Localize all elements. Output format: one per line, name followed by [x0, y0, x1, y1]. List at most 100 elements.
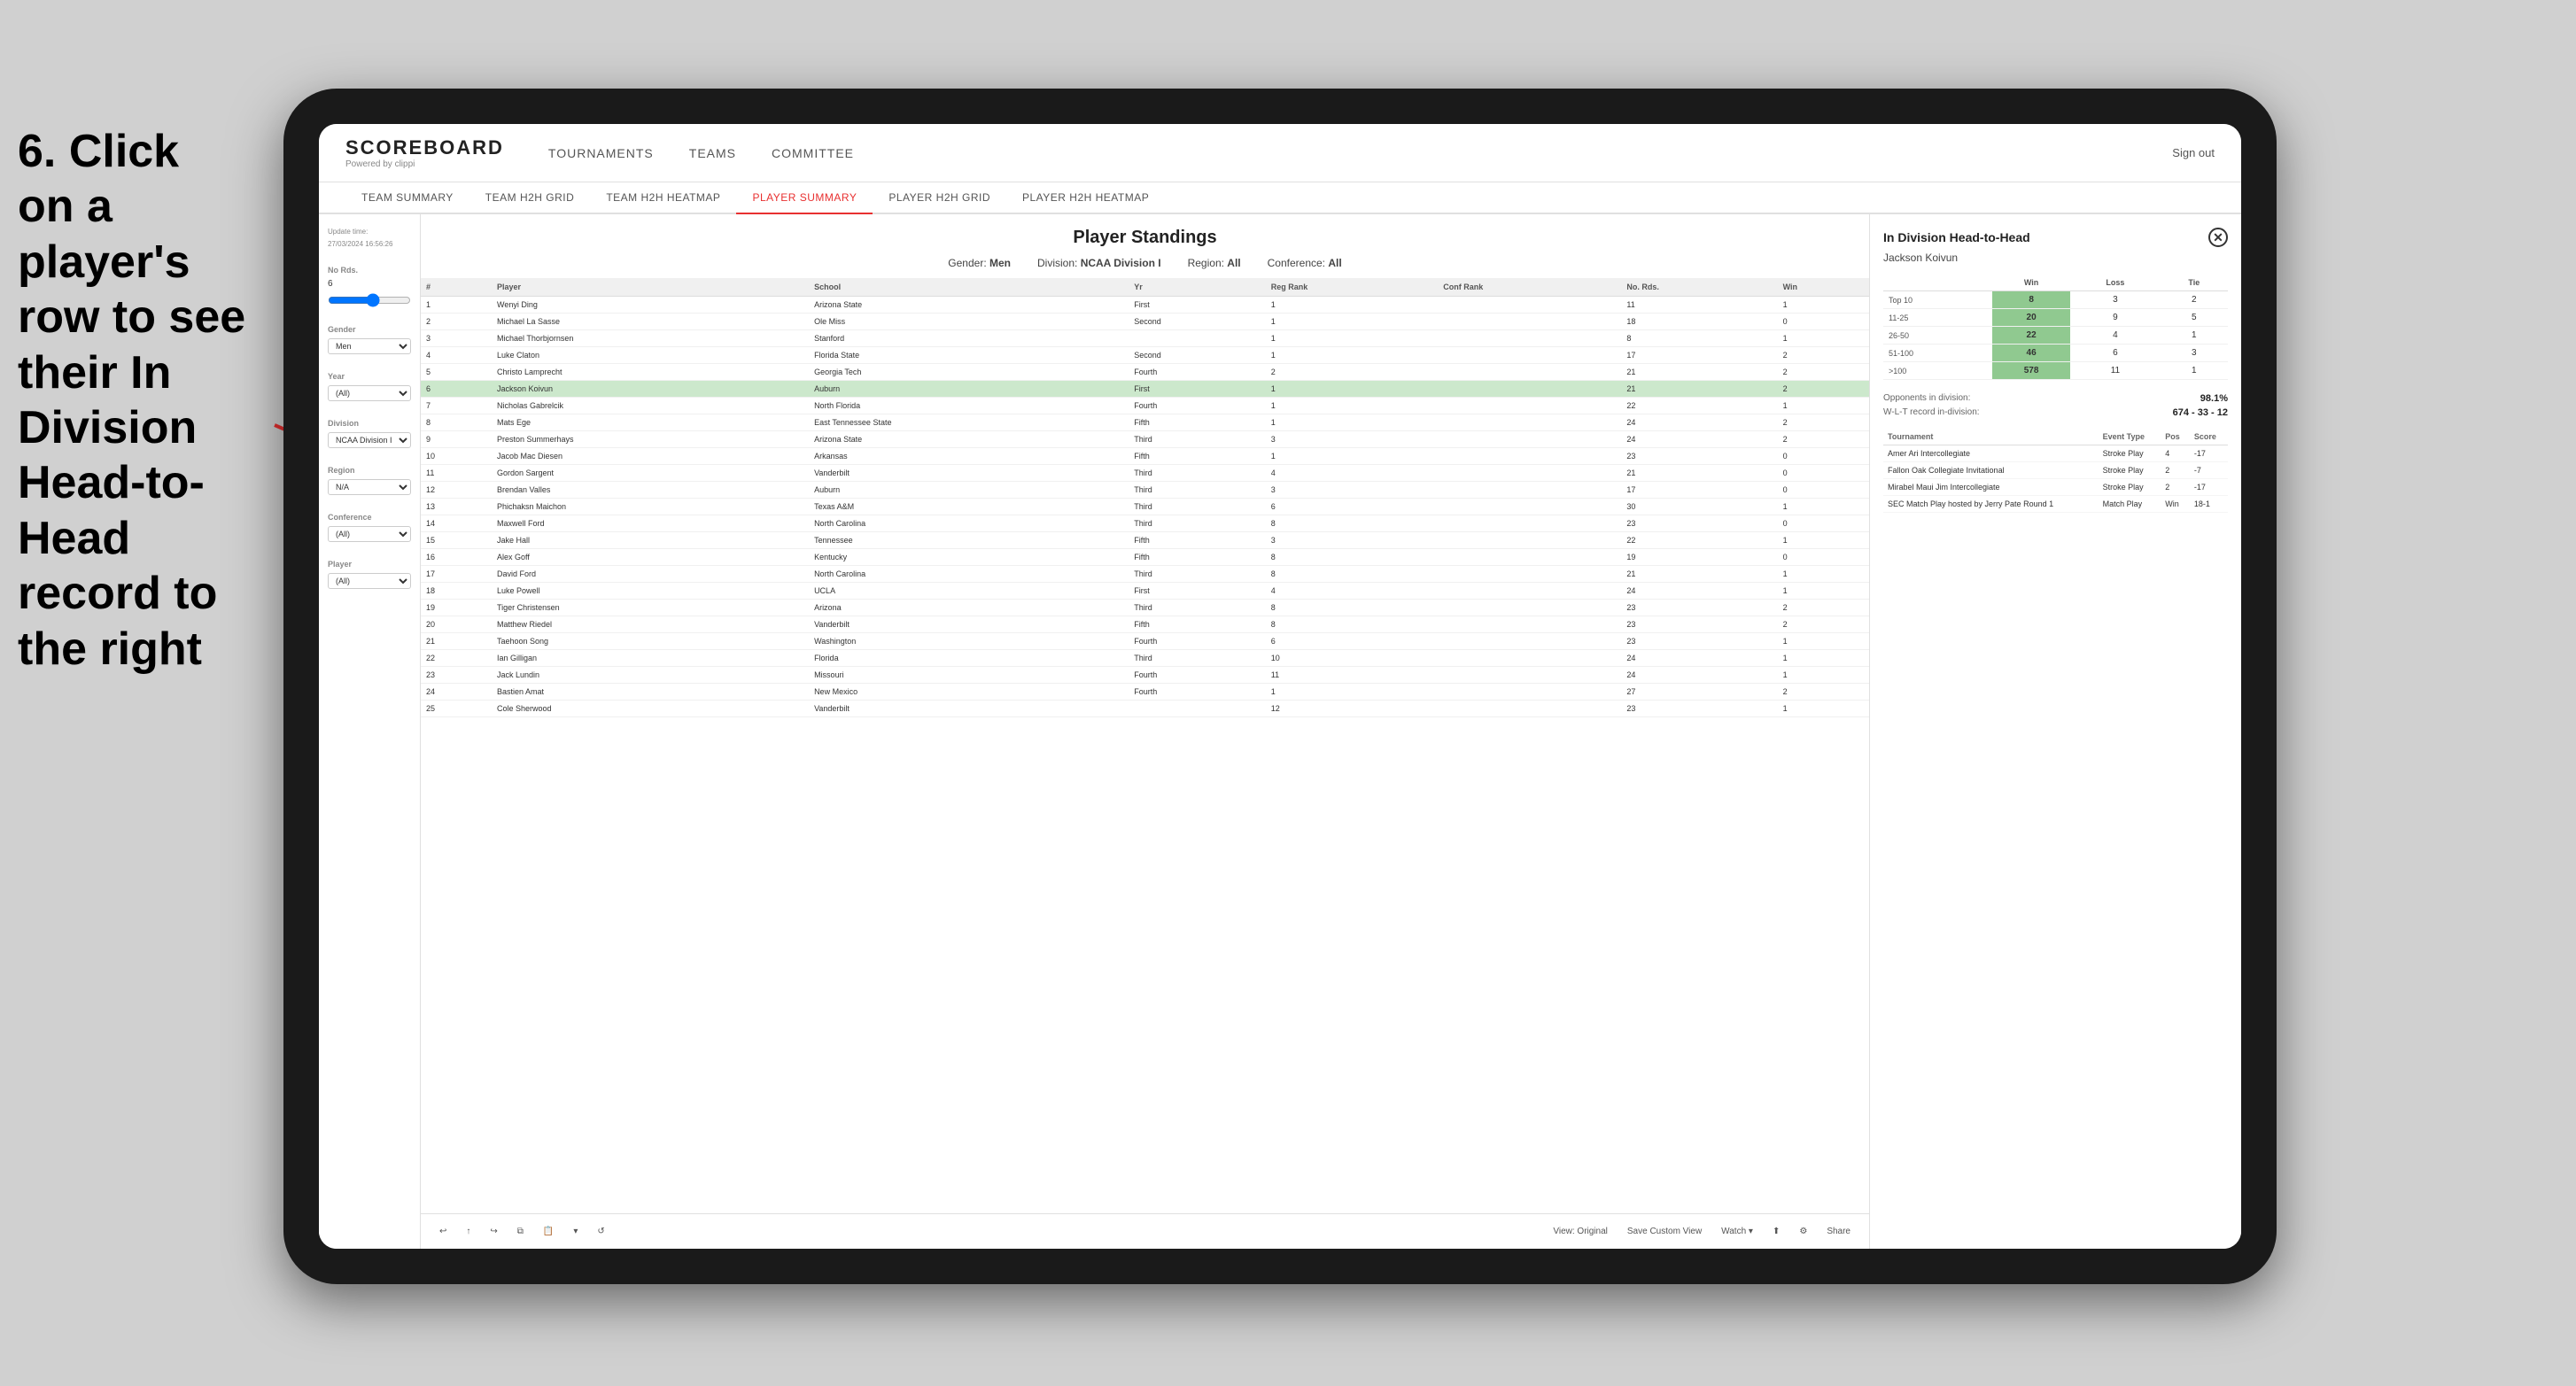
no-rds-section: No Rds. 6	[328, 266, 411, 307]
export-button[interactable]: ⬆	[1767, 1224, 1785, 1239]
sub-nav-team-h2h-grid[interactable]: TEAM H2H GRID	[469, 182, 591, 214]
table-row[interactable]: 24 Bastien Amat New Mexico Fourth 1 27 2	[421, 684, 1869, 701]
redo-up-button[interactable]: ↑	[461, 1224, 476, 1239]
t-type: Match Play	[2099, 496, 2161, 513]
table-row[interactable]: 8 Mats Ege East Tennessee State Fifth 1 …	[421, 414, 1869, 431]
h2h-loss: 6	[2070, 345, 2160, 362]
save-custom-button[interactable]: Save Custom View	[1622, 1224, 1707, 1239]
cell-num: 16	[421, 549, 492, 566]
table-row[interactable]: 6 Jackson Koivun Auburn First 1 21 2	[421, 381, 1869, 398]
more-button[interactable]: ▾	[568, 1224, 583, 1239]
region-filter: Region: All	[1188, 257, 1241, 269]
cell-conf-rank	[1438, 465, 1621, 482]
sub-nav-team-summary[interactable]: TEAM SUMMARY	[345, 182, 469, 214]
cell-win: 0	[1778, 465, 1869, 482]
table-row[interactable]: 1 Wenyi Ding Arizona State First 1 11 1	[421, 297, 1869, 314]
redo-button[interactable]: ↪	[485, 1224, 502, 1239]
cell-conf-rank	[1438, 566, 1621, 583]
cell-num: 12	[421, 482, 492, 499]
sub-nav-player-h2h-heatmap[interactable]: PLAYER H2H HEATMAP	[1006, 182, 1165, 214]
cell-player: Brendan Valles	[492, 482, 809, 499]
cell-player: Christo Lamprecht	[492, 364, 809, 381]
cell-no-rds: 22	[1621, 398, 1777, 414]
table-row[interactable]: 2 Michael La Sasse Ole Miss Second 1 18 …	[421, 314, 1869, 330]
table-row[interactable]: 13 Phichaksn Maichon Texas A&M Third 6 3…	[421, 499, 1869, 515]
table-row[interactable]: 10 Jacob Mac Diesen Arkansas Fifth 1 23 …	[421, 448, 1869, 465]
paste-button[interactable]: 📋	[538, 1224, 559, 1239]
table-row[interactable]: 17 David Ford North Carolina Third 8 21 …	[421, 566, 1869, 583]
sign-out-button[interactable]: Sign out	[2172, 146, 2215, 159]
h2h-stats: Opponents in division: 98.1% W-L-T recor…	[1883, 393, 2228, 418]
cell-school: Stanford	[809, 330, 1129, 347]
table-row[interactable]: 9 Preston Summerhays Arizona State Third…	[421, 431, 1869, 448]
close-button[interactable]: ✕	[2208, 228, 2228, 247]
cell-player: Jacob Mac Diesen	[492, 448, 809, 465]
settings-button[interactable]: ⚙	[1794, 1224, 1812, 1239]
cell-player: Cole Sherwood	[492, 701, 809, 717]
cell-player: Wenyi Ding	[492, 297, 809, 314]
watch-button[interactable]: Watch ▾	[1716, 1224, 1758, 1239]
table-row[interactable]: 20 Matthew Riedel Vanderbilt Fifth 8 23 …	[421, 616, 1869, 633]
t-col-score: Score	[2190, 429, 2228, 445]
cell-reg-rank: 1	[1266, 414, 1438, 431]
nav-committee[interactable]: COMMITTEE	[772, 143, 854, 164]
cell-school: Arizona State	[809, 431, 1129, 448]
table-row[interactable]: 22 Ian Gilligan Florida Third 10 24 1	[421, 650, 1869, 667]
h2h-tie: 3	[2161, 345, 2228, 362]
sub-nav-team-h2h-heatmap[interactable]: TEAM H2H HEATMAP	[590, 182, 736, 214]
copy-button[interactable]: ⧉	[512, 1224, 529, 1239]
no-rds-slider[interactable]	[328, 293, 411, 307]
refresh-button[interactable]: ↺	[592, 1224, 609, 1239]
sub-nav-player-summary[interactable]: PLAYER SUMMARY	[736, 182, 873, 214]
undo-button[interactable]: ↩	[434, 1224, 452, 1239]
cell-num: 25	[421, 701, 492, 717]
table-row[interactable]: 15 Jake Hall Tennessee Fifth 3 22 1	[421, 532, 1869, 549]
table-row[interactable]: 23 Jack Lundin Missouri Fourth 11 24 1	[421, 667, 1869, 684]
table-row[interactable]: 21 Taehoon Song Washington Fourth 6 23 1	[421, 633, 1869, 650]
sub-nav-player-h2h-grid[interactable]: PLAYER H2H GRID	[873, 182, 1006, 214]
cell-win: 1	[1778, 701, 1869, 717]
table-row[interactable]: 19 Tiger Christensen Arizona Third 8 23 …	[421, 600, 1869, 616]
cell-conf-rank	[1438, 499, 1621, 515]
cell-player: Taehoon Song	[492, 633, 809, 650]
cell-win: 1	[1778, 566, 1869, 583]
cell-reg-rank: 1	[1266, 398, 1438, 414]
share-button[interactable]: Share	[1821, 1224, 1856, 1239]
cell-no-rds: 17	[1621, 482, 1777, 499]
region-select[interactable]: N/A	[328, 479, 411, 495]
view-original-button[interactable]: View: Original	[1548, 1224, 1613, 1239]
cell-yr: Fourth	[1129, 667, 1266, 684]
table-row[interactable]: 3 Michael Thorbjornsen Stanford 1 8 1	[421, 330, 1869, 347]
cell-reg-rank: 2	[1266, 364, 1438, 381]
cell-school: Florida	[809, 650, 1129, 667]
cell-reg-rank: 10	[1266, 650, 1438, 667]
player-select[interactable]: (All)	[328, 573, 411, 589]
table-row[interactable]: 25 Cole Sherwood Vanderbilt 12 23 1	[421, 701, 1869, 717]
table-row[interactable]: 4 Luke Claton Florida State Second 1 17 …	[421, 347, 1869, 364]
h2h-win: 20	[1992, 309, 2070, 327]
center-panel: Player Standings Gender: Men Division: N…	[421, 214, 1869, 1249]
table-row[interactable]: 12 Brendan Valles Auburn Third 3 17 0	[421, 482, 1869, 499]
table-row[interactable]: 18 Luke Powell UCLA First 4 24 1	[421, 583, 1869, 600]
gender-label: Gender	[328, 325, 411, 334]
cell-conf-rank	[1438, 347, 1621, 364]
tournament-row: Mirabel Maui Jim Intercollegiate Stroke …	[1883, 479, 2228, 496]
table-row[interactable]: 16 Alex Goff Kentucky Fifth 8 19 0	[421, 549, 1869, 566]
cell-conf-rank	[1438, 684, 1621, 701]
cell-reg-rank: 8	[1266, 549, 1438, 566]
cell-num: 17	[421, 566, 492, 583]
table-row[interactable]: 11 Gordon Sargent Vanderbilt Third 4 21 …	[421, 465, 1869, 482]
cell-conf-rank	[1438, 314, 1621, 330]
cell-no-rds: 17	[1621, 347, 1777, 364]
table-row[interactable]: 7 Nicholas Gabrelcik North Florida Fourt…	[421, 398, 1869, 414]
nav-tournaments[interactable]: TOURNAMENTS	[548, 143, 654, 164]
table-row[interactable]: 5 Christo Lamprecht Georgia Tech Fourth …	[421, 364, 1869, 381]
gender-filter: Gender: Men	[948, 257, 1011, 269]
table-row[interactable]: 14 Maxwell Ford North Carolina Third 8 2…	[421, 515, 1869, 532]
gender-select[interactable]: Men Women	[328, 338, 411, 354]
conference-select[interactable]: (All)	[328, 526, 411, 542]
no-rds-label: No Rds.	[328, 266, 411, 275]
division-select[interactable]: NCAA Division I	[328, 432, 411, 448]
nav-teams[interactable]: TEAMS	[689, 143, 736, 164]
year-select[interactable]: (All)	[328, 385, 411, 401]
